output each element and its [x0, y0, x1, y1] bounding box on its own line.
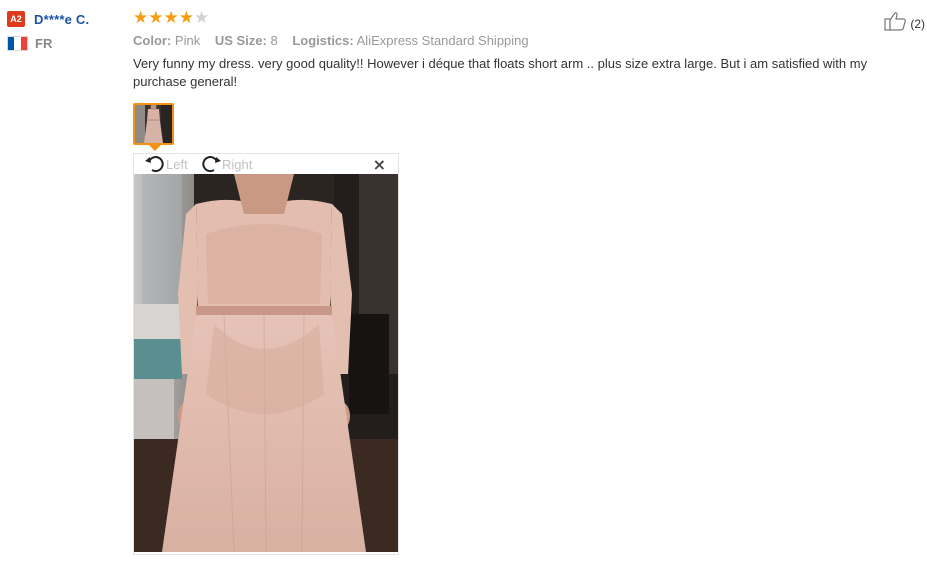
buyer-level-badge: A2 — [7, 11, 25, 27]
star-filled-icon: ★ — [148, 8, 164, 28]
helpful-count: (2) — [910, 16, 925, 31]
color-attr-label: Color: — [133, 33, 172, 48]
logistics-attr-label: Logistics: — [292, 33, 354, 48]
review-item: A2 D****e C. FR ★ ★ ★ ★ ★ Color: Pink US Siz… — [0, 0, 927, 567]
rotate-left-icon — [144, 154, 166, 174]
star-filled-icon: ★ — [178, 8, 194, 28]
reviewer-info: A2 D****e C. FR — [7, 10, 89, 51]
color-attr-value: Pink — [174, 33, 201, 48]
order-attributes: Color: Pink US Size: 8 Logistics: AliExp… — [133, 33, 897, 48]
helpful-button[interactable]: (2) — [884, 11, 925, 36]
thumbs-up-icon — [884, 11, 908, 36]
star-filled-icon: ★ — [163, 8, 179, 28]
rotate-right-icon — [200, 154, 222, 174]
photo-viewer: Left Right × — [133, 153, 399, 555]
reviewer-country: FR — [35, 36, 53, 51]
star-empty-icon: ★ — [194, 8, 210, 28]
rotate-right-button[interactable]: Right — [200, 154, 252, 174]
size-attr-label: US Size: — [214, 33, 267, 48]
review-body: ★ ★ ★ ★ ★ Color: Pink US Size: 8 Logistics: … — [133, 10, 897, 91]
dress-photo — [134, 174, 398, 552]
photo-thumbnail[interactable] — [133, 103, 174, 145]
star-rating: ★ ★ ★ ★ ★ — [133, 10, 897, 27]
rotate-left-label: Left — [166, 156, 188, 172]
size-attr-value: 8 — [270, 33, 278, 48]
photo-thumbnail-wrap — [133, 103, 174, 151]
review-text: Very funny my dress. very good quality!!… — [133, 56, 868, 89]
thumbnail-pointer — [149, 145, 161, 151]
rotate-right-label: Right — [222, 156, 253, 172]
rotate-left-button[interactable]: Left — [144, 154, 188, 174]
reviewer-name: D****e C. — [34, 11, 90, 27]
photo-viewer-toolbar: Left Right × — [134, 154, 398, 174]
logistics-attr-value: AliExpress Standard Shipping — [356, 33, 529, 48]
france-flag-icon — [7, 36, 28, 51]
close-icon[interactable]: × — [373, 156, 386, 174]
star-filled-icon: ★ — [133, 8, 149, 28]
